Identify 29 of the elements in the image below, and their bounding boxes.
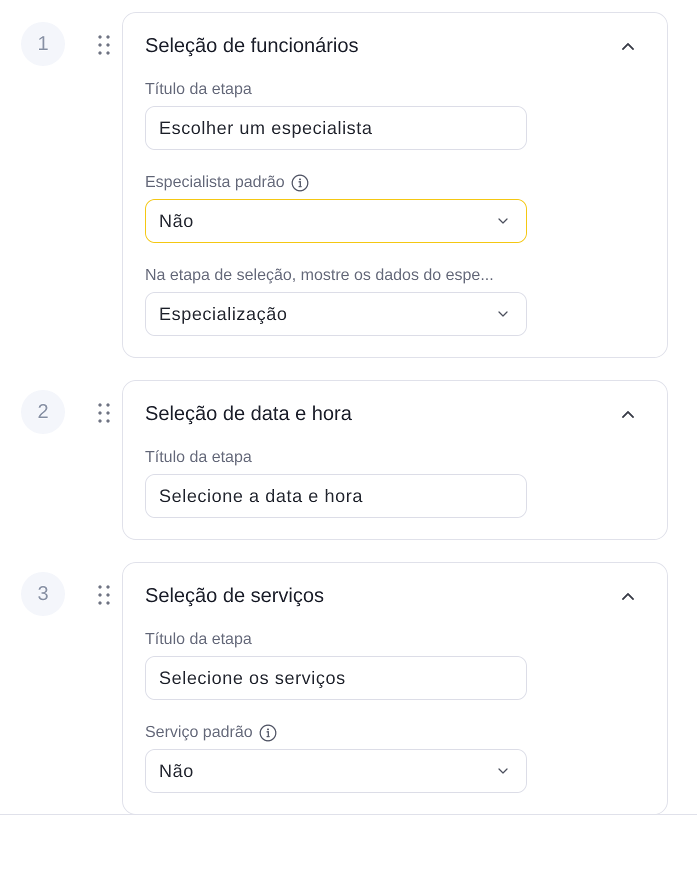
- field-label: Serviço padrão: [145, 723, 253, 743]
- input-field[interactable]: Selecione os serviços: [145, 656, 527, 700]
- chevron-up-icon[interactable]: [622, 42, 634, 50]
- step-number: 2: [21, 390, 65, 434]
- select-field[interactable]: Não: [145, 749, 527, 793]
- input-field[interactable]: Selecione a data e hora: [145, 474, 527, 518]
- step-number: 1: [21, 22, 65, 66]
- select-field[interactable]: Especialização: [145, 292, 527, 336]
- field-label: Título da etapa: [145, 448, 252, 468]
- step-title: Seleção de data e hora: [145, 402, 352, 427]
- info-icon[interactable]: [290, 174, 309, 192]
- drag-handle-icon[interactable]: [98, 585, 110, 605]
- step-title: Seleção de serviços: [145, 584, 324, 609]
- drag-handle-icon[interactable]: [98, 35, 110, 55]
- input-field[interactable]: Escolher um especialista: [145, 106, 527, 150]
- field-label: Título da etapa: [145, 630, 252, 650]
- chevron-down-icon: [498, 311, 508, 317]
- step-number: 3: [21, 572, 65, 616]
- chevron-down-icon: [498, 218, 508, 224]
- drag-handle-icon[interactable]: [98, 403, 110, 423]
- step-title: Seleção de funcionários: [145, 34, 358, 59]
- chevron-up-icon[interactable]: [622, 410, 634, 418]
- field-label: Especialista padrão: [145, 173, 285, 193]
- chevron-down-icon: [498, 768, 508, 774]
- select-field[interactable]: Não: [145, 199, 527, 243]
- field-label: Na etapa de seleção, mostre os dados do espe...: [145, 266, 494, 286]
- info-icon[interactable]: [258, 724, 277, 742]
- field-label: Título da etapa: [145, 80, 252, 100]
- chevron-up-icon[interactable]: [622, 592, 634, 600]
